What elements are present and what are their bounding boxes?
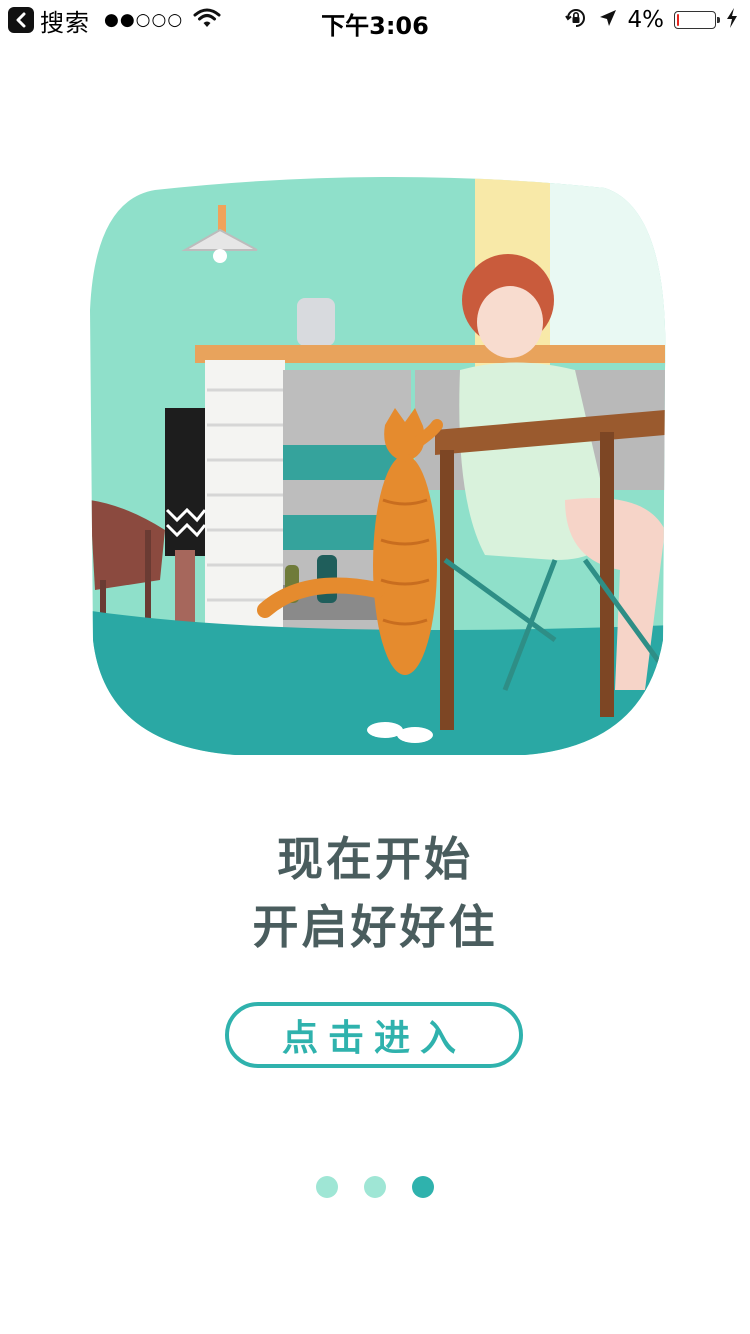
battery-level [677, 14, 679, 26]
battery-percent: 4% [627, 7, 665, 33]
illustration-woman-with-cat-kitchen [85, 170, 675, 760]
location-arrow-icon [598, 8, 618, 32]
page-dot[interactable] [316, 1176, 338, 1198]
page-dot[interactable] [364, 1176, 386, 1198]
pagination-dots [0, 1176, 750, 1198]
headline-line-2: 开启好好住 [252, 900, 498, 954]
page-dot-active[interactable] [412, 1176, 434, 1198]
status-right: 4% [564, 5, 739, 35]
charging-bolt-icon [726, 8, 738, 32]
battery-icon [674, 11, 720, 29]
orientation-lock-icon [564, 6, 588, 34]
status-bar: 搜索 ●●○○○ 下午3:06 4% [0, 0, 750, 40]
enter-button[interactable]: 点击进入 [225, 1002, 523, 1068]
headline-line-1: 现在开始 [277, 832, 473, 886]
headline: 现在开始 开启好好住 [0, 825, 750, 961]
